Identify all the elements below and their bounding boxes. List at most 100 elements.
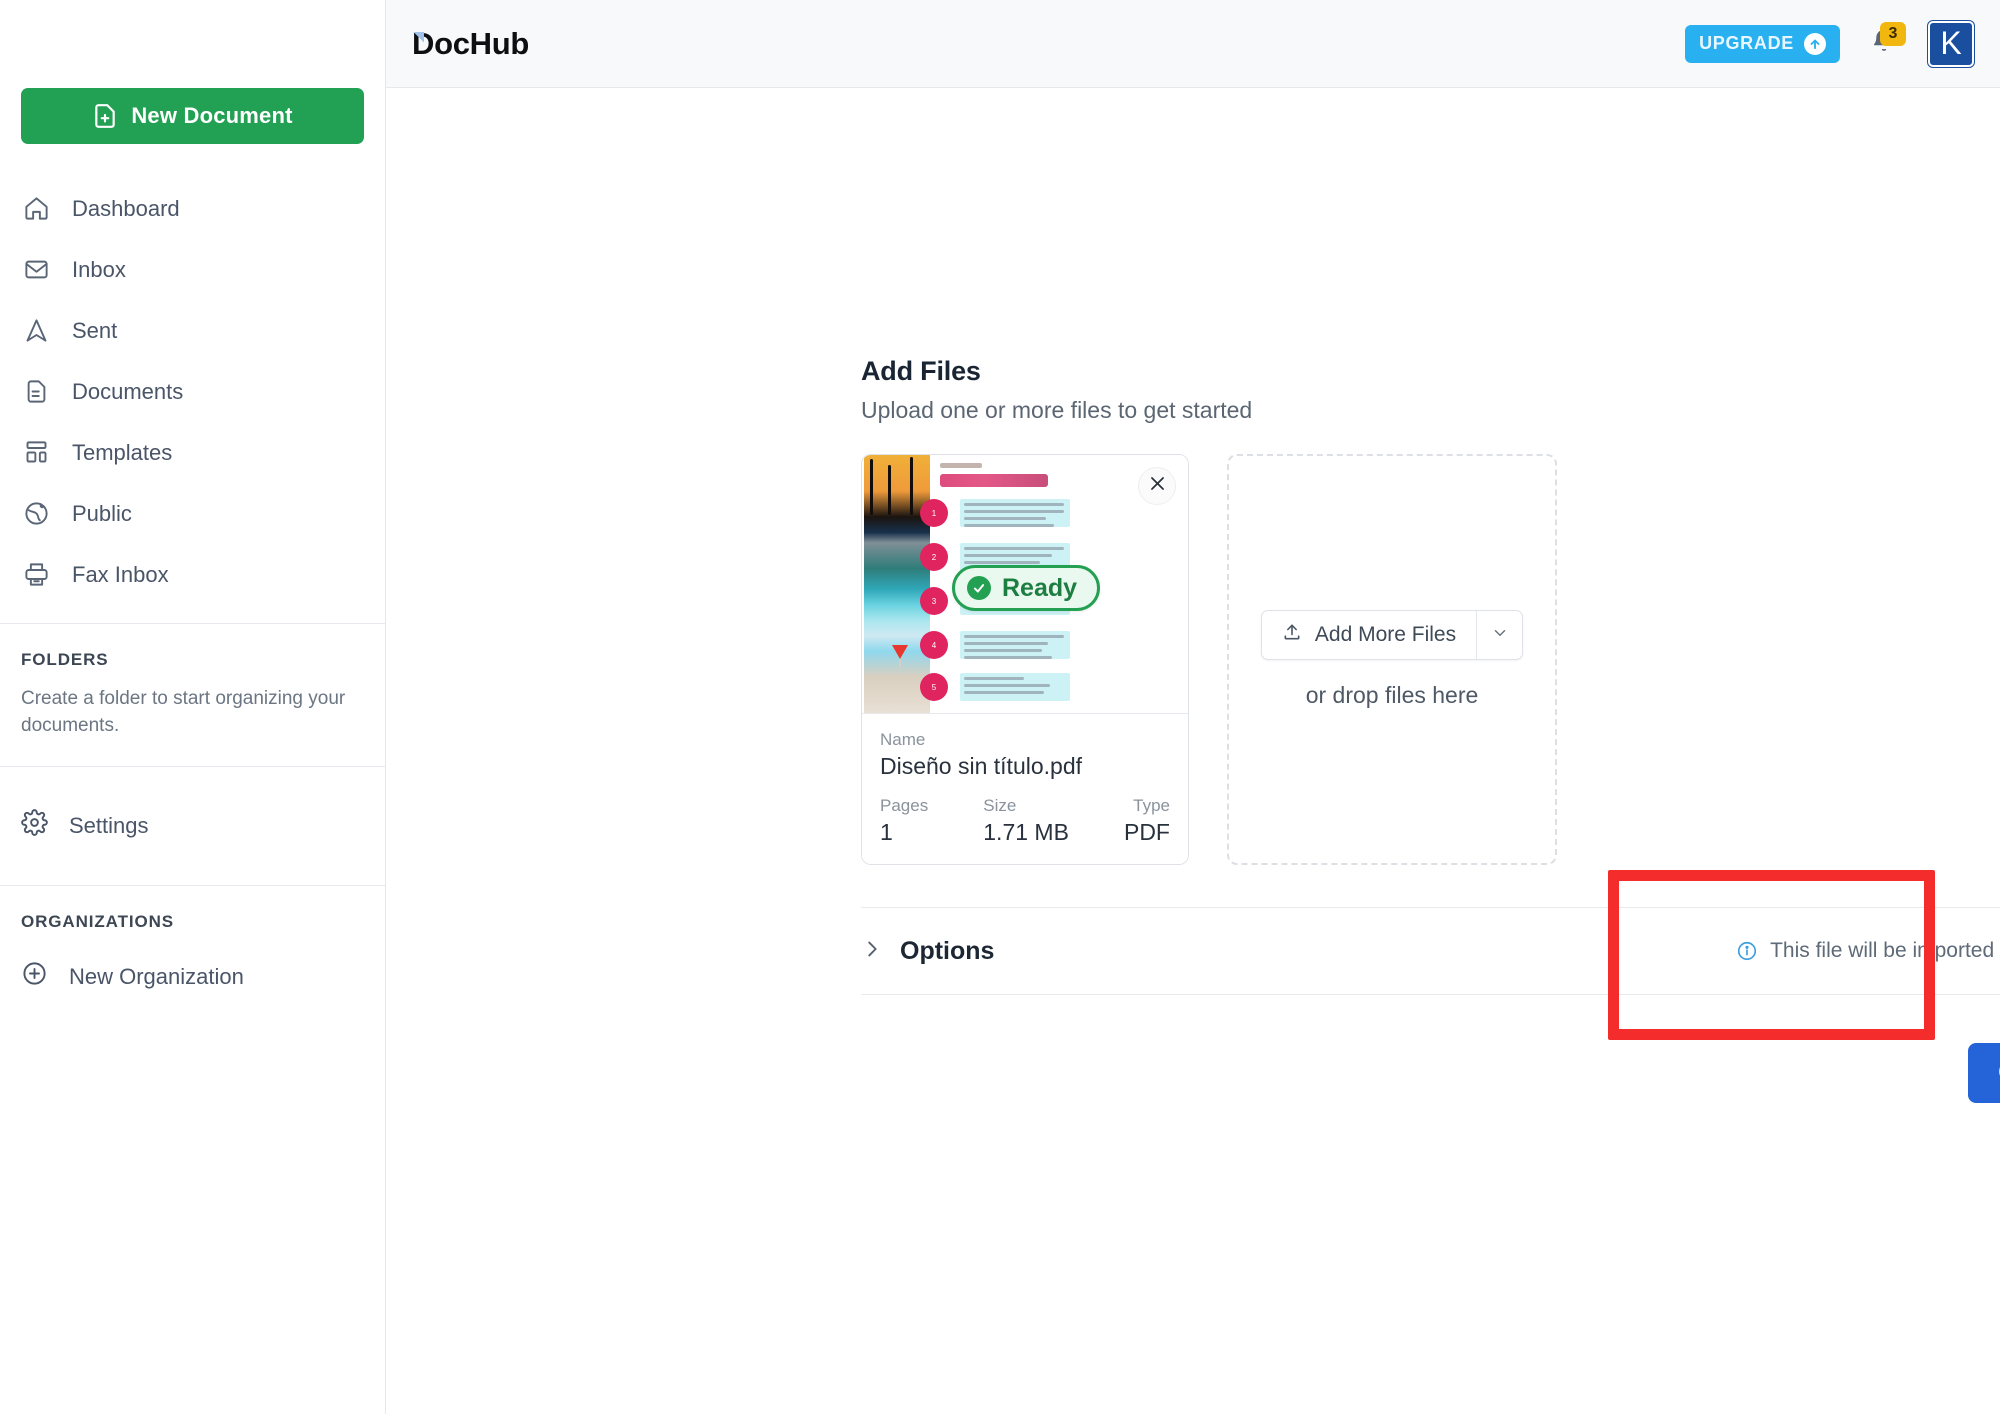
drop-hint-text: or drop files here (1305, 682, 1479, 708)
sidebar: New Document Dashboard Inbox Sent Docume… (0, 0, 386, 1414)
avatar[interactable]: K (1928, 20, 1974, 67)
sidebar-item-settings[interactable]: Settings (0, 795, 385, 857)
send-icon (21, 316, 51, 346)
app-root: New Document Dashboard Inbox Sent Docume… (0, 0, 2000, 1414)
add-more-files-dropdown-toggle[interactable] (1476, 611, 1522, 659)
file-pages: Pages 1 (880, 796, 928, 846)
sidebar-item-inbox[interactable]: Inbox (0, 239, 385, 300)
remove-file-button[interactable] (1138, 467, 1176, 505)
brand-name: DocHub (412, 25, 530, 61)
notification-badge: 3 (1880, 21, 1906, 46)
inbox-icon (21, 255, 51, 285)
upload-icon (1282, 622, 1302, 648)
thumbnail-step-badge: 4 (920, 631, 948, 659)
sidebar-nav: Dashboard Inbox Sent Documents Templates… (0, 178, 385, 605)
file-pages-value: 1 (880, 819, 893, 845)
templates-icon (21, 438, 51, 468)
chevron-right-icon (861, 938, 883, 965)
file-thumbnail: 1 2 3 4 5 Ready (862, 455, 1188, 713)
add-more-files-group: Add More Files (1260, 610, 1524, 660)
thumbnail-heading (940, 474, 1048, 487)
thumbnail-photo-strip (864, 455, 930, 713)
sidebar-item-label: Templates (72, 439, 173, 465)
folders-section: FOLDERS Create a folder to start organiz… (0, 624, 385, 766)
notifications-button[interactable]: 3 (1864, 21, 1906, 64)
file-card: 1 2 3 4 5 Ready Name Diseño sin título.p… (861, 454, 1189, 865)
file-type: Type PDF (1124, 796, 1170, 846)
file-metadata: Name Diseño sin título.pdf Pages 1 Size … (862, 713, 1188, 864)
upgrade-button[interactable]: UPGRADE (1685, 24, 1840, 63)
upgrade-arrow-icon (1804, 32, 1826, 55)
thumbnail-lines (964, 503, 1064, 531)
page-title: Add Files (861, 356, 981, 386)
palm-trunk-icon (910, 457, 913, 515)
file-name-label: Name (880, 730, 926, 749)
thumbnail-lines (964, 635, 1064, 663)
sidebar-item-dashboard[interactable]: Dashboard (0, 178, 385, 239)
settings-label: Settings (69, 812, 149, 838)
cocktail-icon (892, 645, 908, 669)
file-name-value: Diseño sin título.pdf (880, 753, 1083, 779)
sidebar-item-documents[interactable]: Documents (0, 361, 385, 422)
file-pages-label: Pages (880, 796, 929, 815)
folders-description: Create a folder to start organizing your… (21, 688, 346, 736)
new-document-label: New Document (131, 103, 293, 128)
file-dropzone[interactable]: Add More Files or drop files here (1227, 454, 1557, 865)
palm-trunk-icon (888, 465, 891, 515)
sidebar-item-label: Documents (72, 378, 184, 404)
chevron-down-icon (1491, 624, 1509, 647)
main-area: DocHub UPGRADE 3 K Add Files Upload one … (386, 0, 2000, 1414)
import-info-text: This file will be imported to your accou… (1770, 939, 2000, 962)
import-info-note: This file will be imported to your accou… (1736, 939, 2000, 963)
sidebar-item-templates[interactable]: Templates (0, 422, 385, 483)
new-document-wrapper: New Document (0, 88, 385, 144)
top-bar: DocHub UPGRADE 3 K (386, 0, 2000, 88)
organizations-title: ORGANIZATIONS (21, 911, 175, 931)
file-size-value: 1.71 MB (983, 819, 1069, 845)
thumbnail-overline (940, 463, 982, 468)
add-more-files-button[interactable]: Add More Files (1262, 611, 1476, 659)
sidebar-item-label: Fax Inbox (72, 561, 169, 587)
new-organization-button[interactable]: New Organization (0, 948, 364, 1006)
home-icon (21, 194, 51, 224)
sidebar-item-public[interactable]: Public (0, 483, 385, 544)
add-more-files-label: Add More Files (1314, 623, 1457, 646)
info-icon (1736, 940, 1758, 962)
check-circle-icon (967, 576, 991, 600)
file-type-value: PDF (1123, 819, 1170, 845)
sidebar-item-label: Public (72, 500, 132, 526)
file-stats: Pages 1 Size 1.71 MB Type PDF (880, 796, 1170, 846)
document-icon (21, 377, 51, 407)
options-toggle[interactable]: Options (861, 937, 994, 966)
sidebar-item-fax-inbox[interactable]: Fax Inbox (0, 544, 385, 605)
sidebar-item-label: Dashboard (72, 195, 180, 221)
globe-icon (21, 499, 51, 529)
sidebar-item-sent[interactable]: Sent (0, 300, 385, 361)
new-document-icon (92, 103, 118, 129)
avatar-initial: K (1940, 25, 1962, 61)
create-document-button[interactable]: Create Document (1968, 1043, 2000, 1103)
sidebar-top-spacer (0, 0, 385, 88)
add-files-panel: Add Files Upload one or more files to ge… (861, 356, 2000, 1165)
files-row: 1 2 3 4 5 Ready Name Diseño sin título.p… (861, 454, 2000, 865)
thumbnail-step-badge: 1 (920, 499, 948, 527)
fax-icon (21, 560, 51, 590)
brand-logo[interactable]: DocHub (412, 26, 529, 62)
new-organization-label: New Organization (69, 963, 244, 989)
status-badge: Ready (952, 565, 1101, 611)
settings-section: Settings (0, 767, 385, 885)
sidebar-item-label: Sent (72, 317, 118, 343)
gear-icon (21, 809, 48, 842)
top-bar-actions: UPGRADE 3 K (1685, 20, 1974, 67)
thumbnail-step-badge: 5 (920, 673, 948, 701)
plus-circle-icon (21, 960, 48, 993)
folders-title: FOLDERS (21, 650, 109, 669)
palm-trunk-icon (870, 459, 873, 515)
thumbnail-step-badge: 2 (920, 543, 948, 571)
new-document-button[interactable]: New Document (21, 88, 364, 144)
upgrade-label: UPGRADE (1699, 33, 1794, 53)
thumbnail-step-badge: 3 (920, 587, 948, 615)
organizations-section: ORGANIZATIONS New Organization (0, 886, 385, 1016)
content-area: Add Files Upload one or more files to ge… (386, 88, 2000, 1414)
file-type-label: Type (1133, 796, 1170, 815)
